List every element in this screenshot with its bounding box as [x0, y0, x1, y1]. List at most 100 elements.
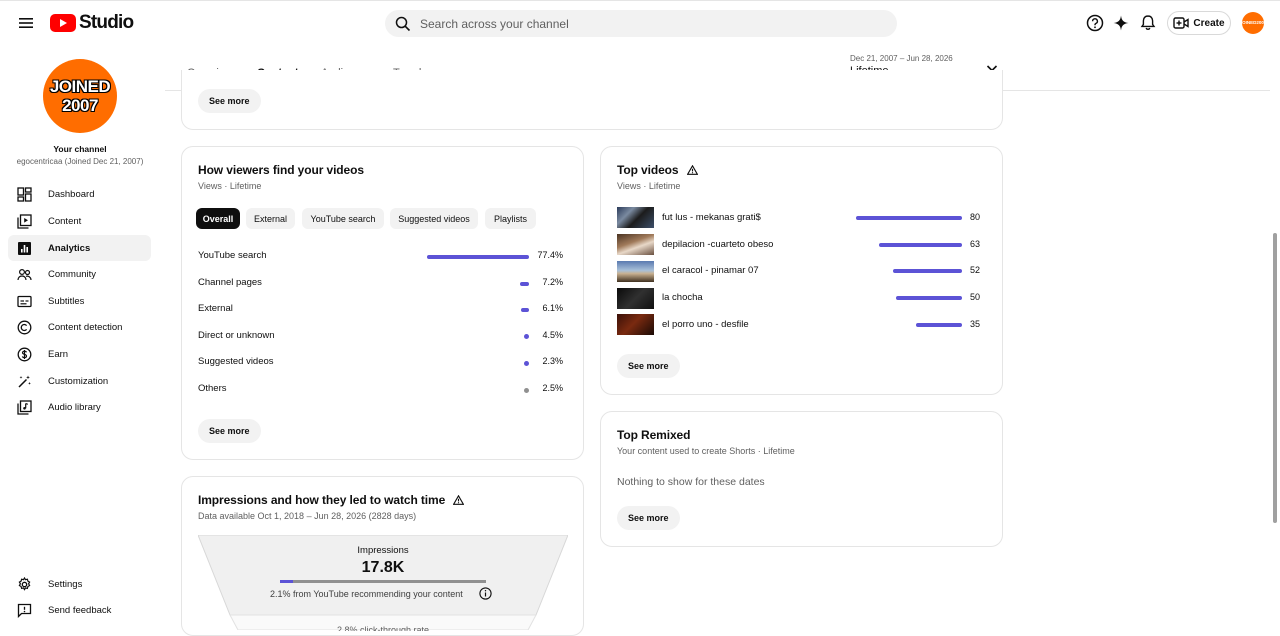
video-views-bar: [856, 216, 962, 220]
sidebar-item-subtitles[interactable]: Subtitles: [8, 288, 151, 314]
warning-icon: [686, 165, 698, 175]
card-title: Top videos: [617, 163, 698, 177]
video-thumbnail[interactable]: [617, 234, 654, 255]
video-views-value: 35: [970, 319, 981, 329]
sidebar-item-send-feedback[interactable]: Send feedback: [8, 597, 151, 623]
video-title[interactable]: depilacion -cuarteto obeso: [662, 239, 773, 250]
audio-library-icon: [17, 399, 32, 415]
traffic-source-value: 4.5%: [542, 329, 563, 340]
channel-name: egocentricaa (Joined Dec 21, 2007): [16, 157, 144, 166]
video-title[interactable]: la chocha: [662, 292, 703, 303]
community-icon: [17, 267, 32, 282]
video-thumbnail[interactable]: [617, 207, 654, 228]
card-title: Top Remixed: [617, 428, 691, 442]
sidebar-item-label: Community: [48, 268, 97, 280]
traffic-source-value: 6.1%: [542, 303, 563, 314]
chip-overall[interactable]: Overall: [196, 208, 240, 229]
sidebar: JOINED 2007 Your channel egocentricaa (J…: [0, 44, 165, 630]
recommend-track: [280, 580, 486, 583]
traffic-source-label: Channel pages: [198, 276, 262, 288]
video-views-bar: [915, 323, 962, 327]
create-button[interactable]: Create: [1167, 11, 1231, 35]
search-icon: [395, 16, 411, 32]
previous-card: [181, 70, 1003, 130]
copyright-icon: [17, 320, 32, 335]
sidebar-item-dashboard[interactable]: Dashboard: [8, 181, 151, 207]
channel-avatar-text-2: 2007: [62, 96, 98, 115]
scrollbar[interactable]: [1273, 233, 1277, 523]
video-views-value: 50: [970, 292, 981, 302]
create-label: Create: [1193, 17, 1225, 29]
help-icon[interactable]: [1085, 13, 1105, 33]
video-title[interactable]: fut lus - mekanas grati$: [662, 212, 761, 223]
sidebar-item-customization[interactable]: Customization: [8, 368, 151, 394]
card-subtitle: Data available Oct 1, 2018 – Jun 28, 202…: [198, 511, 417, 521]
create-video-icon: [1173, 16, 1190, 30]
sidebar-item-label: Content: [48, 215, 82, 227]
sidebar-item-audio-library[interactable]: Audio library: [8, 394, 151, 420]
card-subtitle: Views · Lifetime: [617, 181, 681, 191]
sidebar-item-label: Audio library: [48, 401, 101, 413]
warning-icon: [453, 495, 465, 505]
video-title[interactable]: el caracol - pinamar 07: [662, 265, 759, 276]
search-input[interactable]: [420, 16, 860, 31]
avatar-text-1: JOINED: [1239, 19, 1257, 25]
card-subtitle: Views · Lifetime: [198, 181, 262, 191]
traffic-source-label: YouTube search: [198, 250, 267, 261]
info-icon[interactable]: [479, 587, 492, 600]
traffic-source-label: External: [198, 303, 233, 315]
traffic-source-value: 77.4%: [537, 250, 563, 260]
chip-external[interactable]: External: [246, 208, 295, 229]
sidebar-item-content[interactable]: Content: [8, 208, 151, 234]
bell-icon[interactable]: [1138, 13, 1158, 33]
sidebar-item-settings[interactable]: Settings: [8, 571, 151, 597]
channel-avatar[interactable]: JOINED 2007: [43, 59, 117, 133]
dollar-icon: [17, 347, 32, 362]
see-more-button[interactable]: See more: [198, 89, 261, 113]
traffic-source-value: 7.2%: [542, 276, 563, 287]
date-range-text[interactable]: Dec 21, 2007 – Jun 28, 2026: [850, 54, 953, 63]
top-videos-title: Top videos: [617, 163, 679, 177]
see-more-button[interactable]: See more: [617, 506, 680, 530]
card-subtitle: Your content used to create Shorts · Lif…: [617, 446, 795, 456]
sidebar-item-label: Customization: [48, 375, 109, 387]
chip-suggested-videos[interactable]: Suggested videos: [390, 208, 478, 229]
video-thumbnail[interactable]: [617, 314, 654, 335]
your-channel-label: Your channel: [53, 144, 107, 154]
logo-text: Studio: [79, 12, 134, 33]
channel-avatar-text-1: JOINED: [49, 77, 111, 96]
recommend-text: 2.1% from YouTube recommending your cont…: [270, 589, 463, 599]
see-more-button[interactable]: See more: [617, 354, 680, 378]
video-title[interactable]: el porro uno - desfile: [662, 319, 749, 330]
studio-logo[interactable]: Studio: [50, 12, 134, 34]
top-bar: Studio Create JOINED 2007: [0, 0, 1280, 44]
sidebar-item-label: Settings: [48, 578, 83, 590]
video-views-value: 52: [970, 265, 981, 275]
video-views-bar: [895, 296, 962, 300]
sparkle-icon[interactable]: [1111, 13, 1131, 33]
chip-youtube-search[interactable]: YouTube search: [302, 208, 384, 229]
video-thumbnail[interactable]: [617, 261, 654, 282]
search-bar[interactable]: [385, 10, 897, 37]
see-more-button[interactable]: See more: [198, 419, 261, 443]
recommend-fill: [280, 580, 293, 583]
ctr-text: 2.8% click-through rate: [336, 625, 430, 631]
sidebar-item-community[interactable]: Community: [8, 261, 151, 287]
menu-icon[interactable]: [16, 13, 36, 33]
sidebar-item-label: Content detection: [48, 321, 123, 333]
account-avatar[interactable]: JOINED 2007: [1239, 12, 1266, 34]
video-views-value: 63: [970, 239, 981, 249]
content-icon: [17, 213, 32, 229]
sidebar-item-label: Subtitles: [48, 295, 85, 307]
gear-icon: [17, 576, 32, 592]
sidebar-item-analytics[interactable]: Analytics: [8, 235, 151, 261]
sidebar-item-earn[interactable]: Earn: [8, 341, 151, 367]
impressions-title: Impressions and how they led to watch ti…: [198, 493, 446, 507]
youtube-logo-icon: [50, 14, 76, 32]
impressions-label: Impressions: [357, 545, 409, 556]
traffic-source-label: Suggested videos: [198, 356, 274, 368]
sidebar-item-content-detection[interactable]: Content detection: [8, 314, 151, 340]
chip-playlists[interactable]: Playlists: [485, 208, 536, 229]
impressions-value: 17.8K: [361, 559, 405, 576]
video-thumbnail[interactable]: [617, 288, 654, 309]
